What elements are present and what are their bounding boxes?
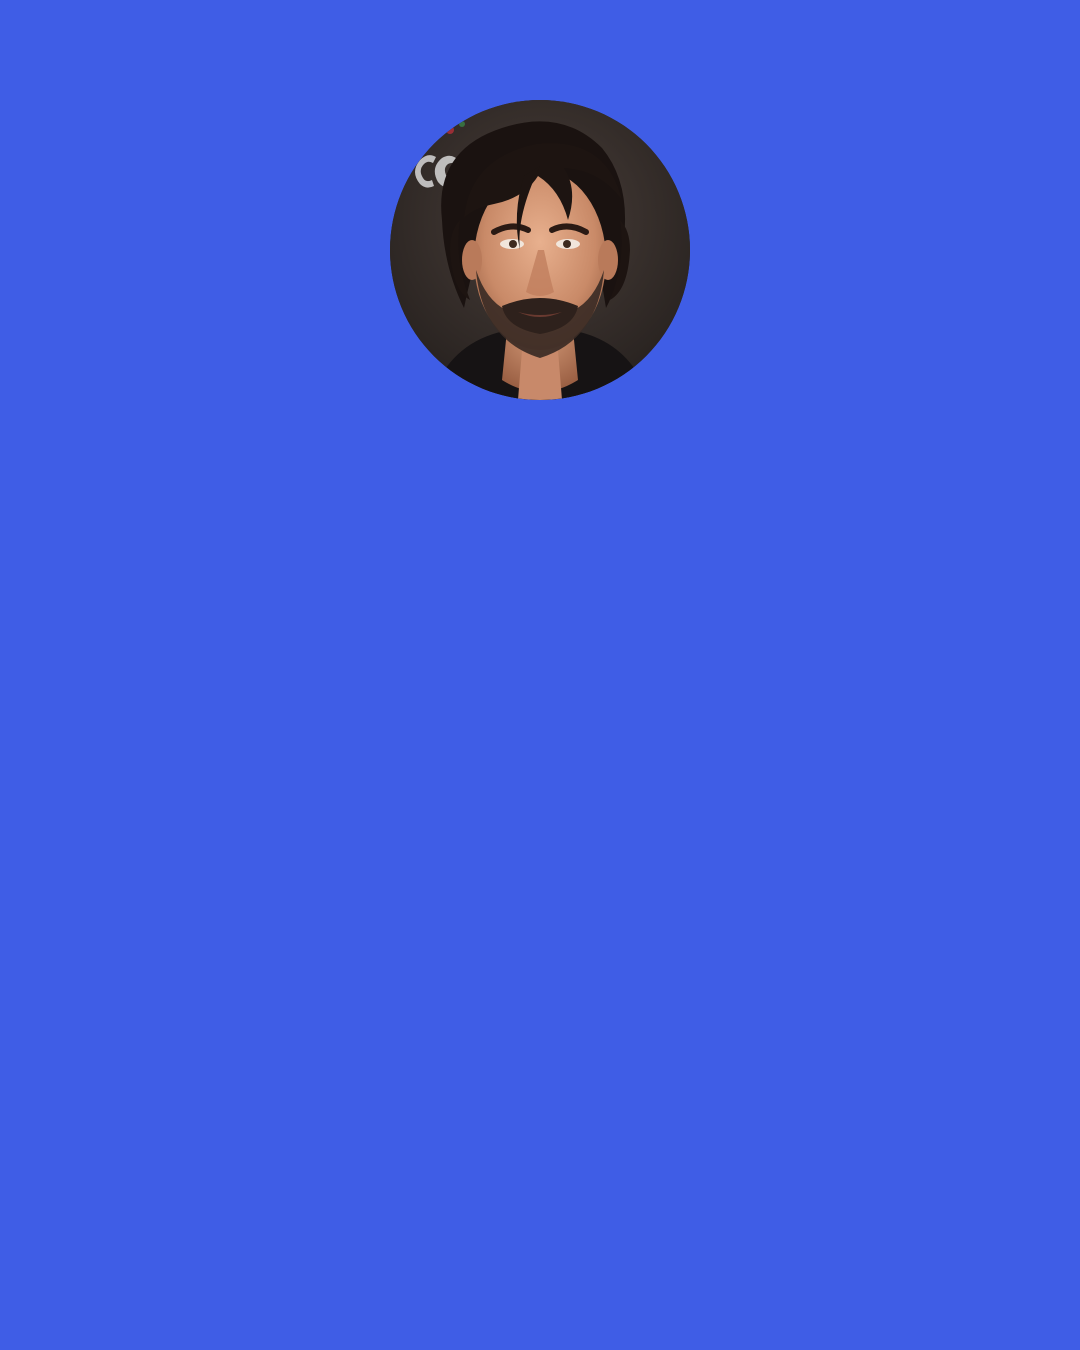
portrait-photo xyxy=(390,100,690,400)
quote-card-background xyxy=(0,0,1080,1350)
avatar xyxy=(390,100,690,400)
